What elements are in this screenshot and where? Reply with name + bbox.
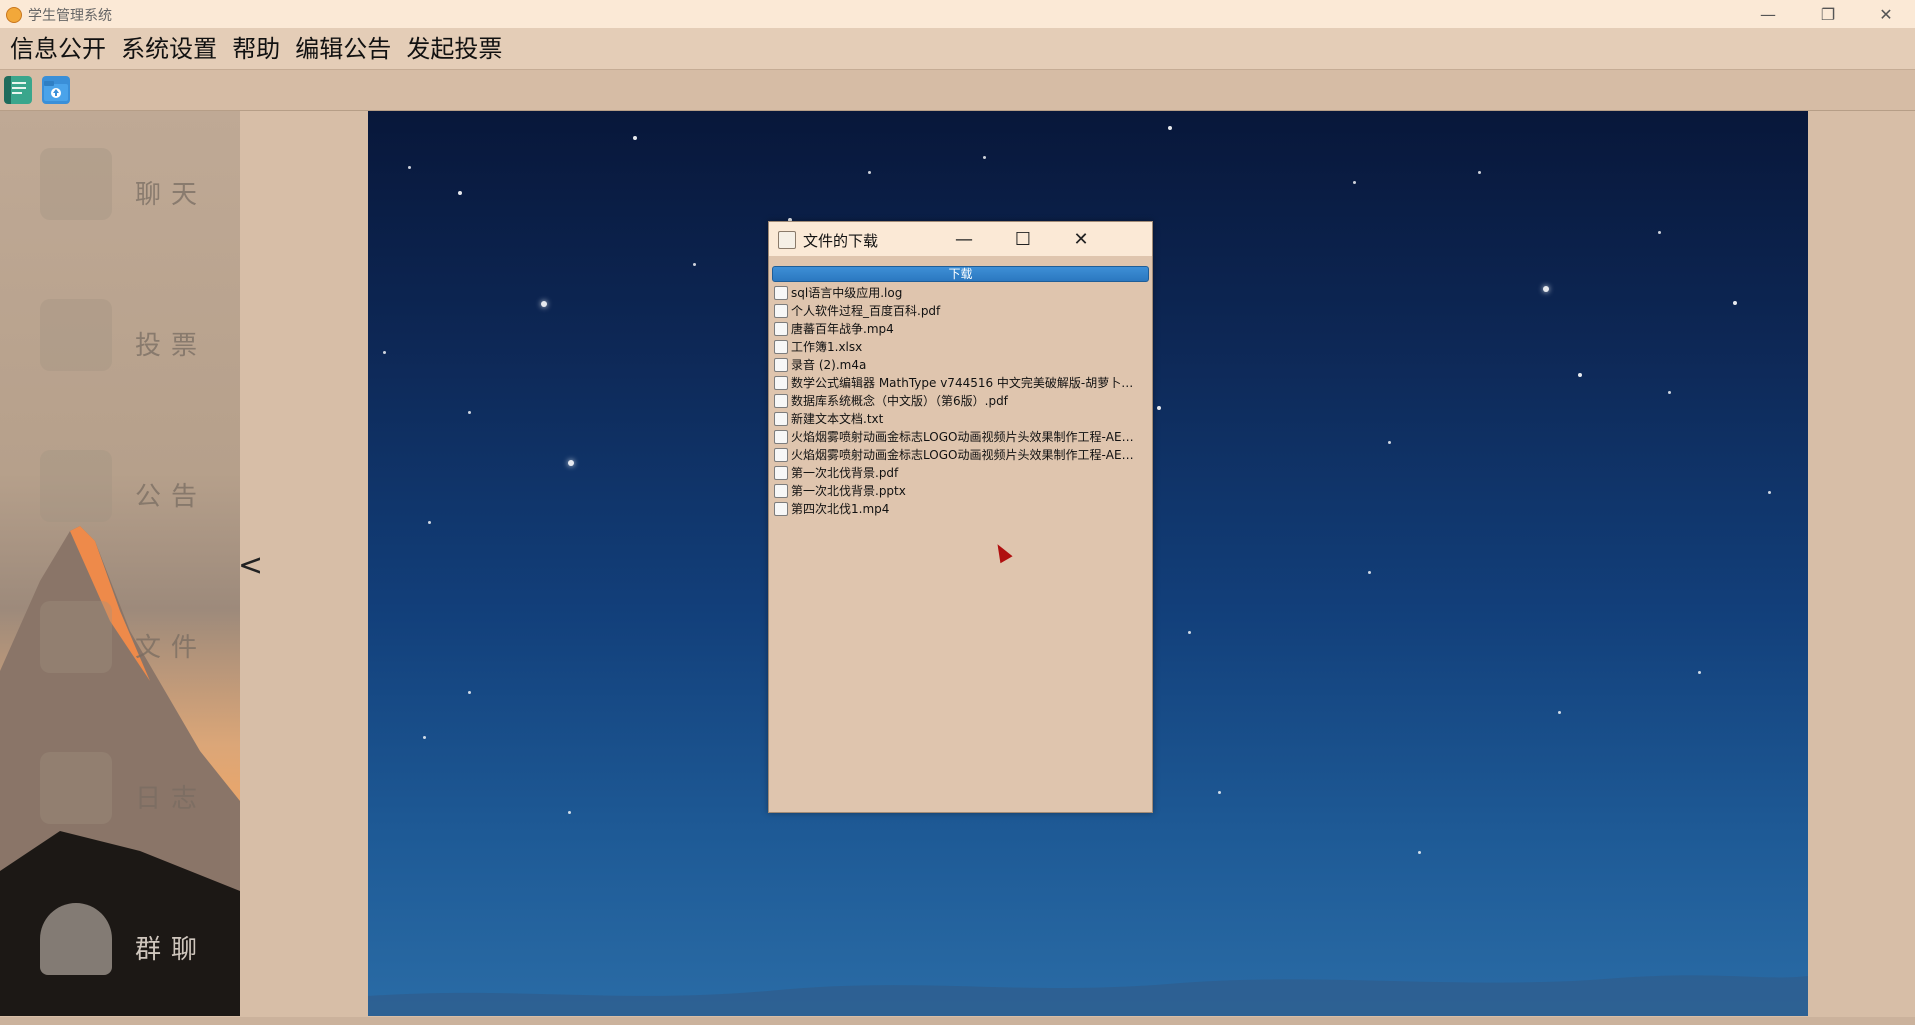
app-smiley-icon	[6, 7, 22, 23]
list-item[interactable]: 唐蕃百年战争.mp4	[772, 320, 1149, 338]
list-item[interactable]: 第一次北伐背景.pptx	[772, 482, 1149, 500]
list-item[interactable]: 新建文本文档.txt	[772, 410, 1149, 428]
menu-bar: 信息公开 系统设置 帮助 编辑公告 发起投票	[0, 28, 1915, 70]
file-list: sql语言中级应用.log 个人软件过程_百度百科.pdf 唐蕃百年战争.mp4…	[772, 284, 1149, 518]
status-bar	[0, 1017, 1915, 1025]
dialog-maximize-button[interactable]: ☐	[1003, 226, 1043, 252]
menu-info-public[interactable]: 信息公开	[0, 28, 111, 64]
file-checkbox[interactable]	[774, 394, 788, 408]
title-bar: 学生管理系统 — ❐ ✕	[0, 0, 1915, 28]
dialog-close-button[interactable]: ✕	[1061, 226, 1101, 252]
close-button[interactable]: ✕	[1858, 0, 1914, 28]
list-item[interactable]: 工作簿1.xlsx	[772, 338, 1149, 356]
file-icon	[40, 601, 112, 673]
list-item[interactable]: 个人软件过程_百度百科.pdf	[772, 302, 1149, 320]
group-chat-icon	[40, 903, 112, 975]
file-checkbox[interactable]	[774, 484, 788, 498]
list-item[interactable]: 第四次北伐1.mp4	[772, 500, 1149, 518]
toolbar	[0, 70, 1915, 111]
upload-folder-icon[interactable]	[42, 76, 70, 104]
sidebar-item-file[interactable]: 文件	[0, 587, 240, 697]
file-checkbox[interactable]	[774, 448, 788, 462]
list-item[interactable]: 第一次北伐背景.pdf	[772, 464, 1149, 482]
sidebar-item-vote[interactable]: 投票	[0, 285, 240, 395]
sidebar-item-group-chat[interactable]: 群聊	[0, 889, 240, 999]
file-checkbox[interactable]	[774, 430, 788, 444]
file-download-dialog: 文件的下载 — ☐ ✕ 下载 sql语言中级应用.log 个人软件过程_百度百科…	[768, 221, 1153, 813]
sidebar-item-label: 日志	[135, 784, 208, 814]
file-checkbox[interactable]	[774, 466, 788, 480]
file-name: 数学公式编辑器 MathType v744516 中文完美破解版-胡萝卜周博客.…	[791, 376, 1145, 390]
chat-icon	[40, 148, 112, 220]
list-item[interactable]: 录音 (2).m4a	[772, 356, 1149, 374]
sidebar-item-label: 聊天	[135, 180, 208, 210]
dialog-minimize-button[interactable]: —	[944, 226, 984, 252]
java-cup-icon	[778, 231, 796, 249]
file-name: 工作簿1.xlsx	[791, 340, 863, 354]
mountain-background-image	[0, 526, 240, 1016]
file-name: 火焰烟雾喷射动画金标志LOGO动画视频片头效果制作工程-AE模板.rar	[791, 448, 1145, 462]
notebook-icon[interactable]	[4, 76, 32, 104]
file-name: 第一次北伐背景.pdf	[791, 466, 899, 480]
menu-system-settings[interactable]: 系统设置	[116, 28, 222, 64]
file-checkbox[interactable]	[774, 322, 788, 336]
window-title: 学生管理系统	[28, 8, 112, 24]
file-checkbox[interactable]	[774, 340, 788, 354]
sidebar-item-notice[interactable]: 公告	[0, 436, 240, 546]
file-name: 第四次北伐1.mp4	[791, 502, 890, 516]
dialog-title-bar[interactable]: 文件的下载 — ☐ ✕	[769, 222, 1152, 256]
file-name: 唐蕃百年战争.mp4	[791, 322, 894, 336]
dialog-title: 文件的下载	[803, 232, 879, 250]
sidebar: 聊天 投票 公告 文件 日志 群聊	[0, 111, 240, 1016]
list-item[interactable]: 火焰烟雾喷射动画金标志LOGO动画视频片头效果制作工程-AE模板.rar	[772, 446, 1149, 464]
file-name: sql语言中级应用.log	[791, 286, 903, 300]
sidebar-item-label: 文件	[135, 633, 208, 663]
restore-button[interactable]: ❐	[1800, 0, 1856, 28]
file-name: 数据库系统概念（中文版）（第6版）.pdf	[791, 394, 1008, 408]
menu-start-vote[interactable]: 发起投票	[401, 28, 507, 64]
sidebar-item-label: 群聊	[135, 935, 208, 965]
sidebar-item-label: 公告	[135, 482, 208, 512]
list-item[interactable]: sql语言中级应用.log	[772, 284, 1149, 302]
file-checkbox[interactable]	[774, 412, 788, 426]
minimize-button[interactable]: —	[1740, 0, 1796, 28]
file-checkbox[interactable]	[774, 502, 788, 516]
list-item[interactable]: 数据库系统概念（中文版）（第6版）.pdf	[772, 392, 1149, 410]
file-name: 个人软件过程_百度百科.pdf	[791, 304, 941, 318]
file-name: 第一次北伐背景.pptx	[791, 484, 906, 498]
sidebar-collapse-button[interactable]: <	[238, 548, 263, 583]
list-item[interactable]: 火焰烟雾喷射动画金标志LOGO动画视频片头效果制作工程-AE模板.zip	[772, 428, 1149, 446]
sidebar-item-chat[interactable]: 聊天	[0, 134, 240, 244]
mountain-silhouette-image	[368, 975, 1808, 1016]
file-checkbox[interactable]	[774, 376, 788, 390]
clipboard-icon	[40, 752, 112, 824]
file-checkbox[interactable]	[774, 304, 788, 318]
file-name: 新建文本文档.txt	[791, 412, 884, 426]
menu-help[interactable]: 帮助	[227, 28, 285, 64]
file-checkbox[interactable]	[774, 358, 788, 372]
vote-box-icon	[40, 299, 112, 371]
list-item[interactable]: 数学公式编辑器 MathType v744516 中文完美破解版-胡萝卜周博客.…	[772, 374, 1149, 392]
sidebar-item-log[interactable]: 日志	[0, 738, 240, 848]
file-name: 录音 (2).m4a	[791, 358, 867, 372]
download-button[interactable]: 下载	[772, 266, 1149, 282]
file-name: 火焰烟雾喷射动画金标志LOGO动画视频片头效果制作工程-AE模板.zip	[791, 430, 1145, 444]
menu-edit-notice[interactable]: 编辑公告	[290, 28, 396, 64]
sidebar-item-label: 投票	[135, 331, 208, 361]
file-checkbox[interactable]	[774, 286, 788, 300]
notice-icon	[40, 450, 112, 522]
